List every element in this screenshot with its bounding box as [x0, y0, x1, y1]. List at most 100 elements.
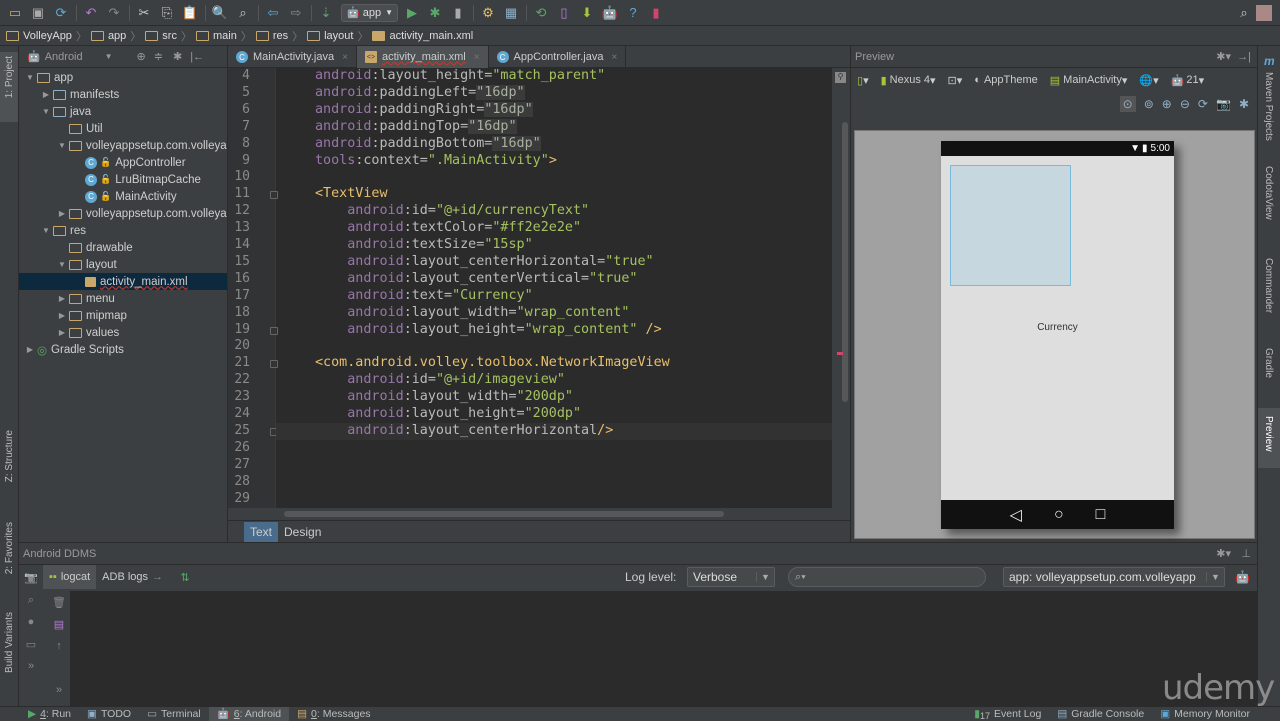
- maven-projects-stripe-button[interactable]: Maven Projects: [1263, 72, 1274, 141]
- make-project-icon[interactable]: ⇣: [315, 2, 337, 24]
- breadcrumb-item[interactable]: layout 〉: [307, 28, 368, 44]
- close-icon[interactable]: ×: [342, 52, 348, 63]
- tree-item[interactable]: C 🔓 MainActivity: [19, 188, 227, 205]
- scroll-to-end-icon[interactable]: ▤: [47, 613, 71, 635]
- orientation-select[interactable]: ⊡ ▾: [948, 74, 963, 87]
- locale-select[interactable]: 🌐 ▾: [1139, 74, 1158, 87]
- collapsed-arrow-icon[interactable]: ▶: [55, 294, 69, 303]
- redo-icon[interactable]: ↷: [103, 2, 125, 24]
- collapse-all-icon[interactable]: ≑: [154, 50, 163, 63]
- tree-item[interactable]: activity_main.xml: [19, 273, 227, 290]
- undo-icon[interactable]: ↶: [80, 2, 102, 24]
- build-variants-stripe-button[interactable]: Build Variants: [4, 612, 15, 673]
- gradle-stripe-button[interactable]: Gradle: [1263, 348, 1274, 378]
- breadcrumb-item[interactable]: res 〉: [255, 28, 303, 44]
- tree-item[interactable]: C 🔓 LruBitmapCache: [19, 171, 227, 188]
- collapsed-arrow-icon[interactable]: ▶: [55, 328, 69, 337]
- scroll-from-source-icon[interactable]: ⊕: [137, 50, 146, 63]
- debug-icon[interactable]: ✱: [424, 2, 446, 24]
- logcat-output[interactable]: [71, 591, 1257, 707]
- close-icon[interactable]: ×: [474, 52, 480, 63]
- collapsed-arrow-icon[interactable]: ▶: [23, 345, 37, 354]
- network-image-view[interactable]: [950, 165, 1071, 286]
- copy-icon[interactable]: ⎘: [156, 2, 178, 24]
- terminal-tool-button[interactable]: ▭ Terminal: [139, 707, 209, 721]
- tree-item[interactable]: C 🔓 AppController: [19, 154, 227, 171]
- expanded-arrow-icon[interactable]: ▼: [55, 141, 69, 150]
- back-icon[interactable]: ⇦: [262, 2, 284, 24]
- messages-tool-button[interactable]: ▤ 0: Messages: [289, 707, 378, 721]
- find-icon[interactable]: 🔍: [209, 2, 231, 24]
- breadcrumb-item[interactable]: src 〉: [145, 28, 192, 44]
- structure-stripe-button[interactable]: Z: Structure: [4, 430, 15, 482]
- tab-activity-main-xml[interactable]: <> activity_main.xml ×: [356, 46, 489, 68]
- clear-log-icon[interactable]: 🗑: [47, 591, 71, 613]
- save-icon[interactable]: ▣: [27, 2, 49, 24]
- settings-icon[interactable]: ✱: [173, 50, 182, 63]
- zoom-actual-icon[interactable]: ⊚: [1144, 97, 1154, 111]
- help-icon[interactable]: ?: [622, 2, 644, 24]
- preview-stripe-button[interactable]: Preview: [1258, 408, 1280, 468]
- app-filter-select[interactable]: app: volleyappsetup.com.volleyapp ▼: [1003, 567, 1225, 587]
- collapsed-arrow-icon[interactable]: ▶: [55, 209, 69, 218]
- breadcrumb-item[interactable]: activity_main.xml: [372, 30, 473, 42]
- project-stripe-button[interactable]: 1: Project: [0, 52, 18, 122]
- project-structure-icon[interactable]: ⚙: [477, 2, 499, 24]
- user-avatar[interactable]: [1256, 4, 1272, 21]
- collapsed-arrow-icon[interactable]: ▶: [39, 90, 53, 99]
- tree-item[interactable]: ▼ java: [19, 103, 227, 120]
- settings-icon[interactable]: ✱: [1239, 97, 1249, 111]
- gradle-console-tool-button[interactable]: ▤ Gradle Console: [1049, 707, 1152, 721]
- attach-debugger-icon[interactable]: ▮: [447, 2, 469, 24]
- project-view-select[interactable]: Android: [45, 51, 83, 63]
- up-icon[interactable]: ↑: [47, 635, 71, 657]
- android-icon[interactable]: 🤖: [1235, 570, 1250, 584]
- tree-item[interactable]: drawable: [19, 239, 227, 256]
- error-marker[interactable]: [837, 352, 843, 355]
- device-select[interactable]: ▮ Nexus 4 ▾: [881, 74, 936, 87]
- screenshot-icon[interactable]: 📷: [1216, 97, 1231, 111]
- log-level-select[interactable]: Verbose ▼: [687, 567, 775, 587]
- logcat-search-input[interactable]: ⌕▾: [788, 567, 986, 587]
- tree-item[interactable]: ▶ ◎ Gradle Scripts: [19, 341, 227, 358]
- collapsed-arrow-icon[interactable]: ▶: [55, 311, 69, 320]
- fold-marker-icon[interactable]: [270, 326, 278, 335]
- expanded-arrow-icon[interactable]: ▼: [55, 260, 69, 269]
- cut-icon[interactable]: ✂: [133, 2, 155, 24]
- breadcrumb-item[interactable]: main 〉: [195, 28, 252, 44]
- terminate-icon[interactable]: ▣: [19, 567, 43, 589]
- editor-vertical-scrollbar[interactable]: ⚲: [832, 68, 850, 508]
- configuration-select[interactable]: ▯ ▾: [857, 74, 869, 87]
- open-folder-icon[interactable]: ▭: [4, 2, 26, 24]
- sdk-manager-icon[interactable]: ▦: [500, 2, 522, 24]
- tab-logcat[interactable]: ▪▪ logcat: [43, 565, 97, 589]
- theme-select[interactable]: ◐ AppTheme: [974, 74, 1037, 86]
- zoom-in-icon[interactable]: ⊕: [1162, 97, 1172, 111]
- activity-select[interactable]: ▤ MainActivity ▾: [1050, 74, 1128, 87]
- favorites-stripe-button[interactable]: 2: Favorites: [4, 522, 15, 574]
- tab-design[interactable]: Design: [278, 522, 327, 542]
- screen-record-icon[interactable]: ▭: [19, 633, 43, 655]
- tab-appcontroller-java[interactable]: C AppController.java ×: [489, 46, 627, 68]
- expanded-arrow-icon[interactable]: ▼: [23, 73, 37, 82]
- tree-item[interactable]: ▶ volleyappsetup.com.volleya: [19, 205, 227, 222]
- tree-item[interactable]: ▼ volleyappsetup.com.volleya: [19, 137, 227, 154]
- zoom-out-icon[interactable]: ⊖: [1180, 97, 1190, 111]
- avd-manager-icon[interactable]: ▯: [553, 2, 575, 24]
- tree-item[interactable]: ▶ values: [19, 324, 227, 341]
- expanded-arrow-icon[interactable]: ▼: [39, 226, 53, 235]
- api-level-select[interactable]: 🤖 21 ▾: [1171, 74, 1204, 87]
- breadcrumb-item[interactable]: app 〉: [90, 28, 141, 44]
- tree-item[interactable]: ▶ menu: [19, 290, 227, 307]
- run-config-select[interactable]: 🤖 app ▼: [341, 3, 398, 22]
- commander-stripe-button[interactable]: Commander: [1263, 258, 1274, 313]
- tree-item[interactable]: ▶ manifests: [19, 86, 227, 103]
- scrollbar-thumb[interactable]: [842, 122, 848, 402]
- todo-tool-button[interactable]: ▣ TODO: [79, 707, 139, 721]
- tab-text[interactable]: Text: [244, 521, 279, 542]
- currency-textview[interactable]: Currency: [941, 322, 1174, 333]
- settings-icon[interactable]: ✱▾: [1216, 50, 1231, 63]
- scrollbar-thumb[interactable]: [284, 511, 724, 517]
- more-icon[interactable]: »: [47, 679, 71, 701]
- sync-gradle-icon[interactable]: ⟲: [530, 2, 552, 24]
